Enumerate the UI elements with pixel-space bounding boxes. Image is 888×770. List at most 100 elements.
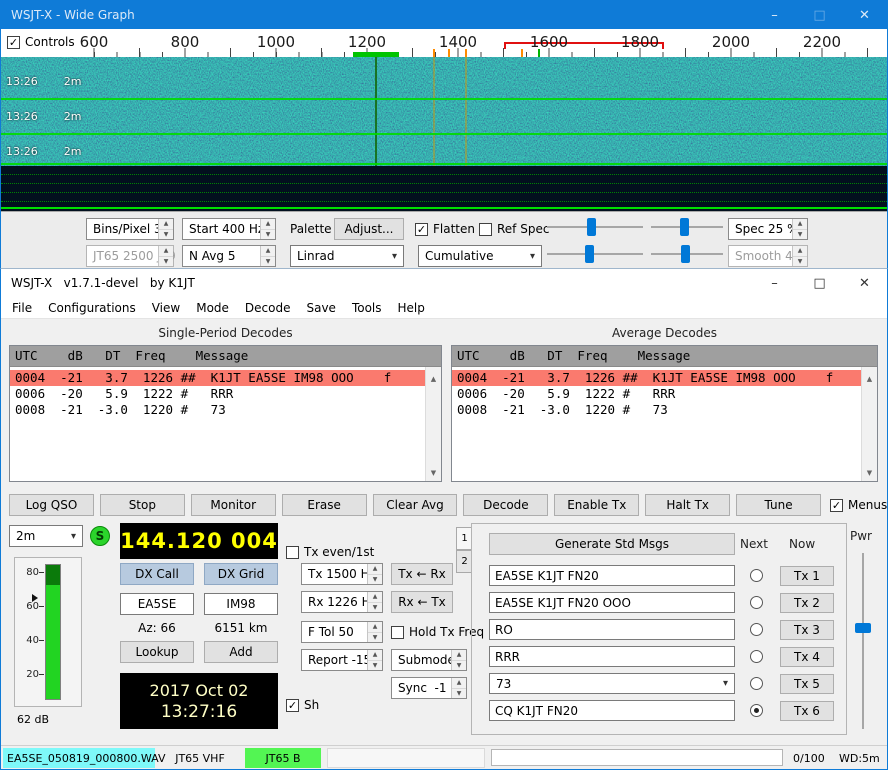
close-button[interactable]: [842, 269, 887, 297]
generate-std-msgs-button[interactable]: Generate Std Msgs: [489, 533, 735, 555]
rx-freq-spinner[interactable]: Rx 1226 Hz: [301, 591, 383, 613]
decode-row[interactable]: 0008 -21 -3.0 1220 # 73: [452, 402, 861, 418]
menu-configurations[interactable]: Configurations: [41, 299, 143, 317]
tx3-button[interactable]: Tx 3: [780, 620, 834, 640]
tx4-message-field[interactable]: RRR: [489, 646, 735, 667]
tx5-next-radio[interactable]: [750, 677, 763, 690]
tx1-message-field[interactable]: EA5SE K1JT FN20: [489, 565, 735, 586]
decode-row[interactable]: 0008 -21 -3.0 1220 # 73: [10, 402, 425, 418]
lookup-button[interactable]: Lookup: [120, 641, 194, 663]
tx2-message-field[interactable]: EA5SE K1JT FN20 OOO: [489, 592, 735, 613]
slider-handle[interactable]: [680, 218, 689, 236]
report-spinner[interactable]: Report -15: [301, 649, 383, 671]
close-button[interactable]: [842, 1, 887, 29]
menu-tools[interactable]: Tools: [345, 299, 389, 317]
spectrum-plot[interactable]: [1, 166, 887, 211]
tune-button[interactable]: Tune: [736, 494, 821, 516]
decode-row[interactable]: 0006 -20 5.9 1222 # RRR: [452, 386, 861, 402]
tx-freq-spinner[interactable]: Tx 1500 Hz: [301, 563, 383, 585]
tx3-next-radio[interactable]: [750, 623, 763, 636]
adjust-button[interactable]: Adjust...: [334, 218, 404, 240]
palette-combo[interactable]: Linrad: [290, 245, 404, 267]
spectrum-zero-slider[interactable]: [651, 245, 723, 263]
scrollbar[interactable]: [425, 367, 441, 481]
minimize-button[interactable]: [752, 1, 797, 29]
waterfall-zero-slider[interactable]: [651, 218, 723, 236]
monitor-button[interactable]: Monitor: [191, 494, 276, 516]
menu-help[interactable]: Help: [391, 299, 432, 317]
spinner-arrows[interactable]: [792, 219, 807, 239]
bins-pixel-spinner[interactable]: Bins/Pixel 3: [86, 218, 174, 240]
tx5-button[interactable]: Tx 5: [780, 674, 834, 694]
log-qso-button[interactable]: Log QSO: [9, 494, 94, 516]
dx-grid-button[interactable]: DX Grid: [204, 563, 278, 585]
flatten-checkbox[interactable]: Flatten: [415, 222, 475, 236]
sh-checkbox[interactable]: Sh: [286, 698, 319, 712]
spinner-arrows[interactable]: [367, 650, 382, 670]
display-mode-combo[interactable]: Cumulative: [418, 245, 542, 267]
sync-spinner[interactable]: Sync -1: [391, 677, 467, 699]
enable-tx-button[interactable]: Enable Tx: [554, 494, 639, 516]
spinner-arrows[interactable]: [367, 592, 382, 612]
tx4-button[interactable]: Tx 4: [780, 647, 834, 667]
f-tol-spinner[interactable]: F Tol 50: [301, 621, 383, 643]
submode-spinner[interactable]: Submode B: [391, 649, 467, 671]
start-freq-spinner[interactable]: Start 400 Hz: [182, 218, 276, 240]
menu-mode[interactable]: Mode: [189, 299, 236, 317]
ref-spec-checkbox[interactable]: Ref Spec: [479, 222, 549, 236]
halt-tx-button[interactable]: Halt Tx: [645, 494, 730, 516]
minimize-button[interactable]: [752, 269, 797, 297]
spinner-arrows[interactable]: [260, 219, 275, 239]
spinner-arrows[interactable]: [451, 678, 466, 698]
frequency-scale[interactable]: Controls 600 800 1000 1200 1400 1600 180…: [1, 29, 887, 57]
tab-2[interactable]: 2: [456, 550, 472, 573]
decode-button[interactable]: Decode: [463, 494, 548, 516]
menu-decode[interactable]: Decode: [238, 299, 298, 317]
decode-list[interactable]: 0004 -21 3.7 1226 ## K1JT EA5SE IM98 OOO…: [452, 367, 861, 481]
menu-save[interactable]: Save: [299, 299, 342, 317]
controls-checkbox[interactable]: Controls: [7, 35, 75, 49]
slider-handle[interactable]: [855, 623, 871, 633]
tx2-next-radio[interactable]: [750, 596, 763, 609]
tx-from-rx-button[interactable]: Tx ← Rx: [391, 563, 453, 585]
n-avg-spinner[interactable]: N Avg 5: [182, 245, 276, 267]
menu-view[interactable]: View: [145, 299, 187, 317]
rx-from-tx-button[interactable]: Rx ← Tx: [391, 591, 453, 613]
spinner-arrows[interactable]: [158, 219, 173, 239]
tx-even-checkbox[interactable]: Tx even/1st: [286, 545, 374, 559]
clear-avg-button[interactable]: Clear Avg: [373, 494, 458, 516]
decode-row[interactable]: 0004 -21 3.7 1226 ## K1JT EA5SE IM98 OOO…: [10, 370, 425, 386]
tx4-next-radio[interactable]: [750, 650, 763, 663]
tx1-button[interactable]: Tx 1: [780, 566, 834, 586]
dx-call-field[interactable]: EA5SE: [120, 593, 194, 615]
tx3-message-field[interactable]: RO: [489, 619, 735, 640]
wide-graph-titlebar[interactable]: WSJT-X - Wide Graph: [1, 1, 887, 29]
spinner-arrows[interactable]: [260, 246, 275, 266]
tx6-button[interactable]: Tx 6: [780, 701, 834, 721]
decode-row[interactable]: 0006 -20 5.9 1222 # RRR: [10, 386, 425, 402]
spinner-arrows[interactable]: [367, 622, 382, 642]
spec-percent-spinner[interactable]: Spec 25 %: [728, 218, 808, 240]
tx2-button[interactable]: Tx 2: [780, 593, 834, 613]
maximize-button[interactable]: [797, 269, 842, 297]
slider-handle[interactable]: [587, 218, 596, 236]
waterfall[interactable]: 13:26 2m 13:26 2m 13:26 2m: [1, 57, 887, 166]
stop-button[interactable]: Stop: [100, 494, 185, 516]
tx6-message-field[interactable]: CQ K1JT FN20: [489, 700, 735, 721]
dx-grid-field[interactable]: IM98: [204, 593, 278, 615]
menus-checkbox[interactable]: Menus: [830, 498, 887, 512]
dx-call-button[interactable]: DX Call: [120, 563, 194, 585]
erase-button[interactable]: Erase: [282, 494, 367, 516]
waterfall-gain-slider[interactable]: [547, 218, 643, 236]
decode-list[interactable]: 0004 -21 3.7 1226 ## K1JT EA5SE IM98 OOO…: [10, 367, 425, 481]
pwr-slider[interactable]: [854, 553, 872, 729]
tx6-next-radio[interactable]: [750, 704, 763, 717]
add-button[interactable]: Add: [204, 641, 278, 663]
tx5-message-combo[interactable]: 73: [489, 673, 735, 694]
spinner-arrows[interactable]: [367, 564, 382, 584]
slider-handle[interactable]: [681, 245, 690, 263]
main-titlebar[interactable]: WSJT-X v1.7.1-devel by K1JT: [1, 269, 887, 297]
menu-file[interactable]: File: [5, 299, 39, 317]
band-select[interactable]: 2m: [9, 525, 83, 547]
tx1-next-radio[interactable]: [750, 569, 763, 582]
